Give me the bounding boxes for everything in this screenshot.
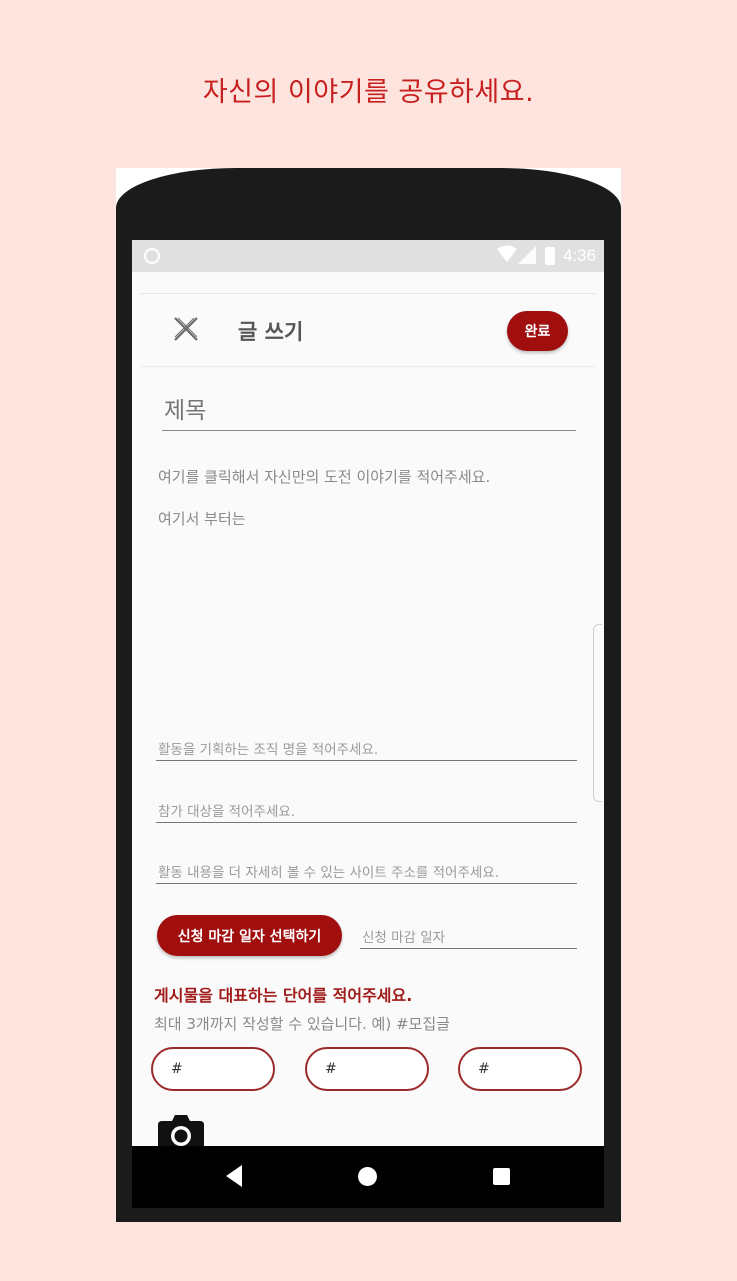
wifi-icon: [497, 245, 517, 262]
target-field[interactable]: 참가 대상을 적어주세요.: [156, 800, 577, 823]
status-bar: 4:36: [132, 240, 604, 272]
tag-input-2[interactable]: #: [305, 1047, 429, 1091]
nav-recent-icon[interactable]: [493, 1168, 510, 1185]
signal-icon: [518, 246, 536, 264]
app-screen: 4:36 글 쓰기 완료 여기를 클릭해서 자신만의 도전 이야기를 적어주세요…: [132, 240, 604, 1146]
body-line: 여기를 클릭해서 자신만의 도전 이야기를 적어주세요.: [158, 468, 491, 486]
camera-icon[interactable]: [156, 1113, 206, 1146]
toolbar-bottom-divider: [140, 366, 596, 367]
tag-input-1[interactable]: #: [151, 1047, 275, 1091]
select-deadline-button[interactable]: 신청 마감 일자 선택하기: [157, 915, 342, 956]
done-button[interactable]: 완료: [507, 311, 568, 351]
page-title: 글 쓰기: [238, 320, 304, 344]
navigation-bar: [132, 1146, 604, 1208]
promo-caption: 자신의 이야기를 공유하세요.: [202, 77, 535, 108]
close-icon[interactable]: [172, 315, 200, 343]
body-line: 여기서 부터는: [158, 510, 246, 528]
nav-back-icon[interactable]: [225, 1164, 243, 1188]
nav-home-icon[interactable]: [358, 1167, 377, 1186]
website-field[interactable]: 활동 내용을 더 자세히 볼 수 있는 사이트 주소를 적어주세요.: [156, 861, 577, 884]
toolbar-top-divider: [140, 293, 596, 294]
status-time: 4:36: [563, 246, 597, 265]
tags-subheading: 최대 3개까지 작성할 수 있습니다. 예) #모집글: [154, 1015, 450, 1033]
tags-heading: 게시물을 대표하는 단어를 적어주세요.: [154, 986, 413, 1005]
notification-icon: [144, 248, 160, 264]
battery-icon: [545, 247, 555, 265]
body-textarea[interactable]: 여기를 클릭해서 자신만의 도전 이야기를 적어주세요. 여기서 부터는: [158, 456, 578, 616]
deadline-field[interactable]: 신청 마감 일자: [360, 926, 577, 949]
scroll-indicator[interactable]: [593, 624, 602, 802]
organization-field[interactable]: 활동을 기획하는 조직 명을 적어주세요.: [156, 738, 577, 761]
title-input[interactable]: [162, 392, 576, 431]
tag-input-3[interactable]: #: [458, 1047, 582, 1091]
